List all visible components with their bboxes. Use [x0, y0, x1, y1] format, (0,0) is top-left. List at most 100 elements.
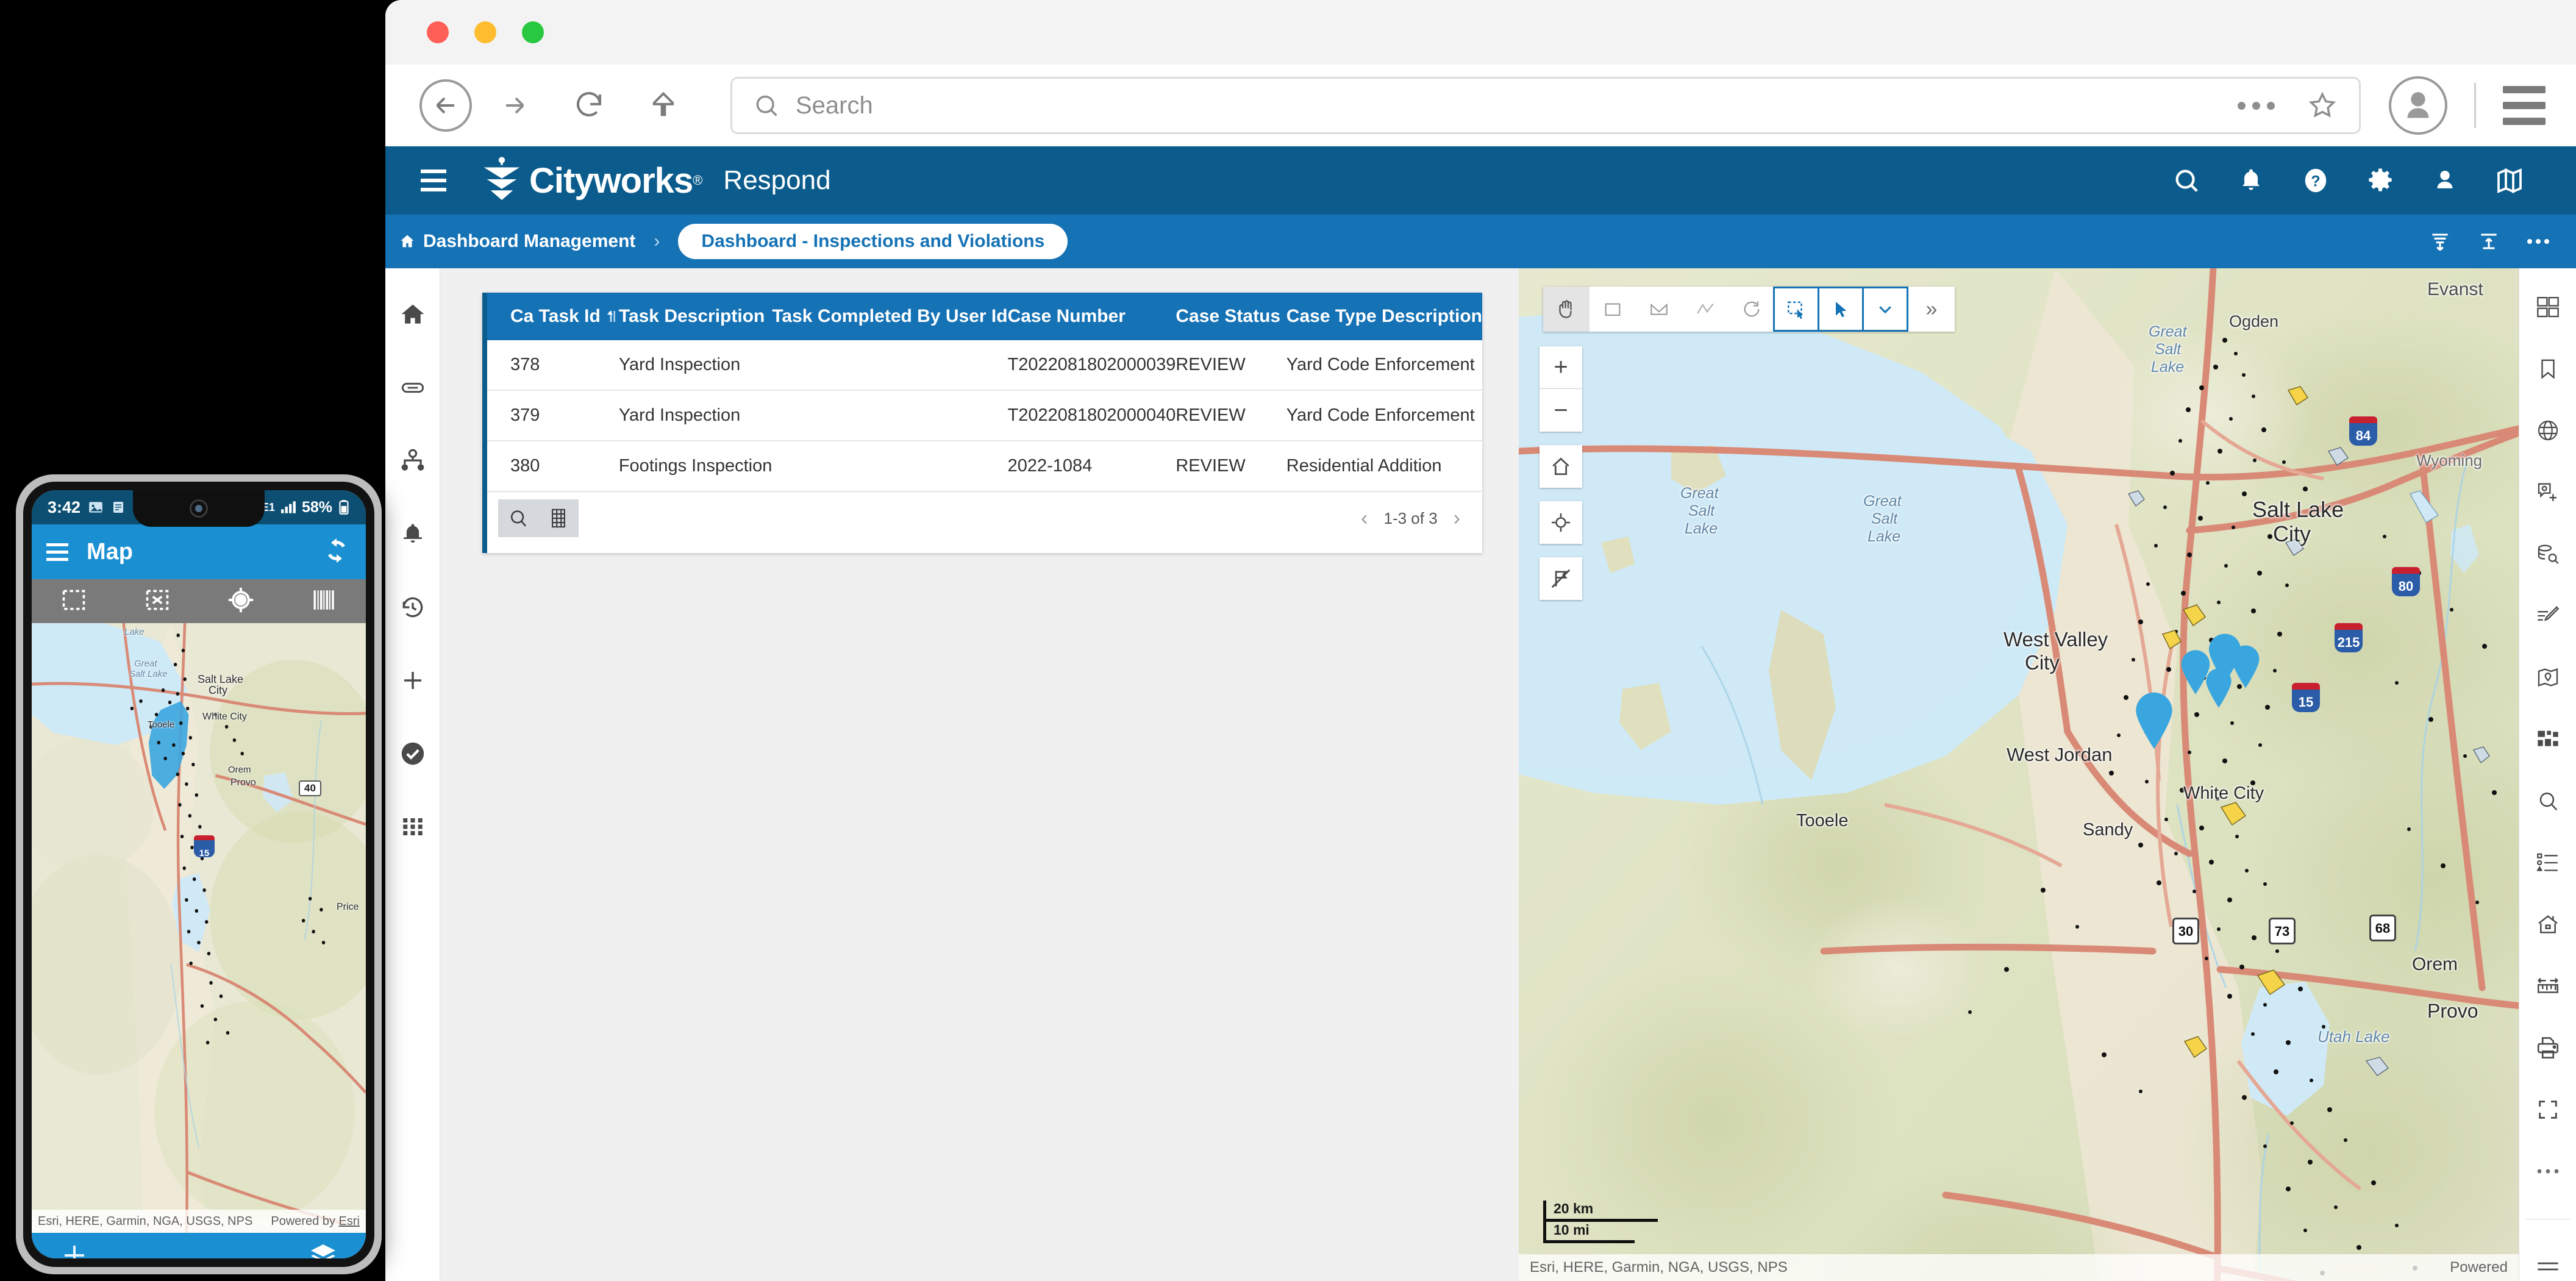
breadcrumb-current[interactable]: Dashboard - Inspections and Violations: [678, 224, 1068, 259]
map-pan-tool[interactable]: [1543, 287, 1589, 332]
back-button[interactable]: [419, 79, 472, 132]
phone-menu-button[interactable]: [46, 543, 68, 561]
pager-info: 1-3 of 3: [1383, 508, 1438, 527]
sidebar-item-hierarchy[interactable]: [396, 444, 430, 478]
polyline-icon: [1697, 303, 1714, 314]
window-zoom-button[interactable]: [522, 21, 544, 43]
column-case-number[interactable]: Case Number: [1007, 293, 1176, 340]
breadcrumb-expand-button[interactable]: [2477, 230, 2500, 253]
sidebar-item-notifications[interactable]: [396, 517, 430, 551]
map-toolbar-overflow-button[interactable]: »: [1908, 287, 1955, 332]
breadcrumb-home[interactable]: Dashboard Management: [399, 231, 635, 252]
maptool-menu[interactable]: [2531, 1252, 2564, 1281]
maptool-print[interactable]: [2531, 1033, 2564, 1062]
maptool-more[interactable]: [2531, 1157, 2564, 1186]
phone-layers-button[interactable]: [309, 1241, 338, 1258]
cell-case-status: REVIEW: [1176, 340, 1286, 391]
window-minimize-button[interactable]: [474, 21, 496, 43]
column-task-completed-by[interactable]: Task Completed By User Id: [772, 293, 1008, 340]
map-zoom-in-button[interactable]: +: [1540, 346, 1582, 389]
map-polyline-tool[interactable]: [1682, 287, 1729, 332]
phone-clear-select-button[interactable]: [144, 587, 171, 616]
sidebar-item-add[interactable]: [396, 663, 430, 698]
maptool-coordinates[interactable]: [2531, 416, 2564, 445]
maptool-legend[interactable]: [2531, 848, 2564, 877]
address-bar[interactable]: Search: [730, 77, 2361, 134]
breadcrumb-home-label: Dashboard Management: [423, 231, 636, 251]
breadcrumb-more-button[interactable]: [2526, 237, 2550, 246]
map-rectangle-tool[interactable]: [1589, 287, 1636, 332]
maptool-layers[interactable]: [2531, 725, 2564, 754]
sketch-edit-icon: [2537, 606, 2559, 621]
map-panel[interactable]: Evanst Ogden Great Salt Lake Great Salt Lake Gre…: [1519, 268, 2519, 1281]
maptool-search[interactable]: [2531, 787, 2564, 815]
phone-add-button[interactable]: [60, 1241, 89, 1258]
sidebar-item-history[interactable]: [396, 590, 430, 624]
home-icon: [1552, 457, 1569, 476]
refresh-icon: [328, 538, 345, 563]
check-circle-icon: [401, 742, 424, 765]
phone-locate-button[interactable]: [227, 587, 254, 616]
map-clear-selection-button[interactable]: [1540, 557, 1582, 600]
phone-barcode-button[interactable]: [311, 587, 338, 616]
map-zoom-out-button[interactable]: −: [1540, 389, 1582, 432]
maptool-parcel[interactable]: [2531, 910, 2564, 939]
forward-button[interactable]: [485, 76, 544, 135]
reload-button[interactable]: [560, 76, 618, 135]
phone-clock: 3:42: [48, 498, 81, 516]
profile-avatar[interactable]: [2389, 76, 2447, 135]
sidebar-item-home[interactable]: [396, 298, 430, 332]
phone-powered-link[interactable]: Esri: [339, 1215, 360, 1228]
header-user-button[interactable]: [2413, 167, 2477, 194]
clear-selection-icon: [1551, 569, 1571, 588]
map-marquee-select-tool[interactable]: [1773, 287, 1819, 332]
column-case-status[interactable]: Case Status: [1176, 293, 1286, 340]
map-canvas[interactable]: [1519, 268, 2519, 1281]
header-help-button[interactable]: ?: [2283, 166, 2348, 194]
locate-icon: [228, 587, 253, 612]
app-menu-button[interactable]: [421, 169, 446, 191]
pager-next-button[interactable]: ›: [1454, 507, 1460, 530]
phone-map[interactable]: Lake Great Salt Lake Salt Lake City White Cit…: [32, 623, 366, 1233]
maptool-edit[interactable]: [2531, 601, 2564, 630]
measure-icon: [2537, 978, 2558, 994]
page-actions-icon[interactable]: [2238, 101, 2275, 110]
header-settings-button[interactable]: [2348, 166, 2413, 194]
column-case-type-description[interactable]: Case Type Description: [1286, 293, 1482, 340]
table-row[interactable]: 380 Footings Inspection 2022-1084 REVIEW…: [487, 441, 1482, 492]
window-close-button[interactable]: [427, 21, 449, 43]
column-ca-task-id[interactable]: Ca Task Id: [487, 293, 619, 340]
maptool-fullscreen[interactable]: [2531, 1095, 2564, 1124]
bookmark-star-icon[interactable]: [2307, 90, 2338, 121]
table-row[interactable]: 378 Yard Inspection T2022081802000039 RE…: [487, 340, 1482, 391]
table-grid-button[interactable]: [538, 499, 579, 537]
maptool-bookmarks[interactable]: [2531, 354, 2564, 383]
column-task-description[interactable]: Task Description: [618, 293, 772, 340]
header-map-button[interactable]: [2477, 166, 2542, 195]
map-locate-button[interactable]: [1540, 501, 1582, 544]
breadcrumb-collapse-button[interactable]: [2428, 230, 2452, 253]
maptool-query[interactable]: [2531, 540, 2564, 568]
sidebar-item-apps[interactable]: [396, 810, 430, 844]
browser-menu-button[interactable]: [2503, 86, 2546, 125]
map-clear-tool[interactable]: [1729, 287, 1775, 332]
pager-prev-button[interactable]: ‹: [1361, 507, 1368, 530]
map-pointer-select-tool[interactable]: [1818, 287, 1864, 332]
maptool-basemap-gallery[interactable]: [2531, 293, 2564, 321]
header-notifications-button[interactable]: [2219, 167, 2283, 194]
maptool-add-feature[interactable]: [2531, 478, 2564, 507]
home-button[interactable]: [634, 76, 693, 135]
table-row[interactable]: 379 Yard Inspection T2022081802000040 RE…: [487, 390, 1482, 441]
map-home-button[interactable]: [1540, 445, 1582, 488]
phone-select-rect-button[interactable]: [60, 587, 87, 616]
map-select-options-button[interactable]: [1862, 287, 1908, 332]
browser-window: Search Cityworks ® Respond ? Dashboard M…: [385, 0, 2576, 1281]
sidebar-item-tasks[interactable]: [396, 737, 430, 771]
maptool-measure[interactable]: [2531, 972, 2564, 1001]
table-search-button[interactable]: [498, 499, 538, 537]
phone-refresh-button[interactable]: [322, 536, 351, 568]
header-search-button[interactable]: [2154, 166, 2219, 194]
map-polygon-tool[interactable]: [1636, 287, 1682, 332]
sidebar-item-links[interactable]: [396, 371, 430, 405]
maptool-map-info[interactable]: [2531, 663, 2564, 692]
